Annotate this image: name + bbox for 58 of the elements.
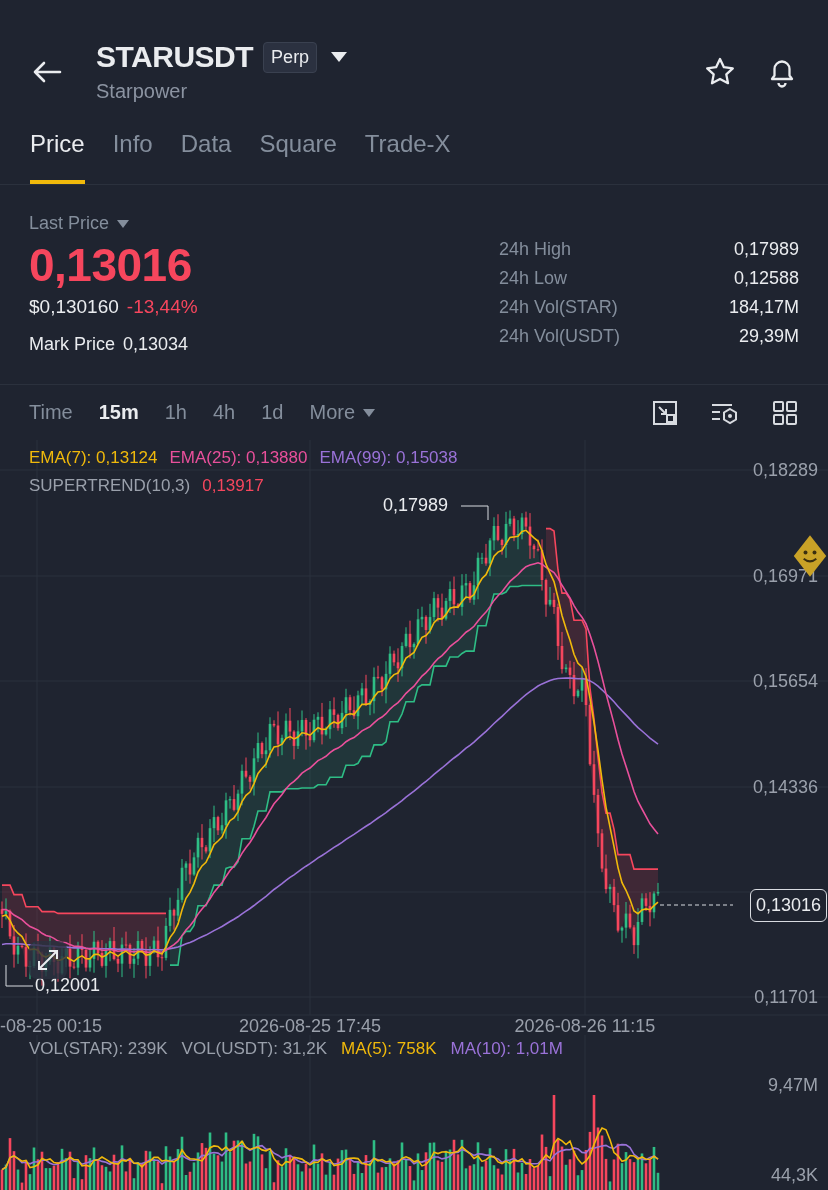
nav-tab[interactable]: Square xyxy=(259,115,337,184)
stat-value: 0,17989 xyxy=(733,239,799,260)
interval-tab[interactable]: 15m xyxy=(98,401,139,424)
supertrend-label: SUPERTREND(10,3) xyxy=(29,476,191,496)
time-axis-label: 2026-08-25 17:45 xyxy=(237,1016,383,1037)
interval-tab[interactable]: 1h xyxy=(164,401,187,424)
price-axis-label: 0,14336 xyxy=(752,777,818,798)
contract-badge: Perp xyxy=(263,41,318,73)
stat-label: 24h Vol(USDT) xyxy=(499,326,621,347)
volume-legend: MA(5): 758K xyxy=(341,1039,437,1059)
volume-legend: MA(10): 1,01M xyxy=(450,1039,563,1059)
price-change: -13,44% xyxy=(126,296,198,318)
caret-icon xyxy=(363,408,376,417)
nav-tab[interactable]: Data xyxy=(180,115,232,184)
volume-axis-label: 44,3K xyxy=(770,1165,818,1186)
leader-line xyxy=(5,964,34,987)
time-axis-label: -08-25 00:15 xyxy=(0,1016,103,1037)
caret-icon[interactable] xyxy=(331,52,348,62)
interval-tab[interactable]: Time xyxy=(29,401,73,424)
price-axis-label: 0,15654 xyxy=(752,671,818,692)
nav-tab[interactable]: Trade-X xyxy=(364,115,451,184)
more-dropdown[interactable]: More xyxy=(309,401,376,424)
last-price: 0,13016 xyxy=(29,238,193,292)
stat-value: 184,17M xyxy=(728,297,799,318)
fit-chart-icon[interactable] xyxy=(652,399,678,426)
price-axis-label: 0,16971 xyxy=(752,566,818,587)
last-price-label: Last Price xyxy=(29,213,110,234)
price-axis-label: 0,18289 xyxy=(752,460,818,481)
stat-label: 24h High xyxy=(499,239,572,260)
low-price-marker: 0,12001 xyxy=(35,975,101,996)
mark-price-value: 0,13034 xyxy=(123,334,189,355)
indicator-legend: EMA(25): 0,13880 xyxy=(169,448,308,468)
mark-price-label: Mark Price xyxy=(29,334,115,355)
volume-legend: VOL(USDT): 31,2K xyxy=(181,1039,328,1059)
indicator-legend: EMA(7): 0,13124 xyxy=(29,448,158,468)
last-price-tag: 0,13016 xyxy=(749,889,827,922)
indicator-legend: EMA(99): 0,15038 xyxy=(319,448,458,468)
leader-line xyxy=(460,505,489,521)
time-axis-label: 2026-08-26 11:15 xyxy=(513,1016,657,1037)
stat-value: 0,12588 xyxy=(733,268,799,289)
volume-legend: VOL(STAR): 239K xyxy=(29,1039,168,1059)
usd-price: $0,130160 xyxy=(29,296,119,318)
interval-tab[interactable]: 1d xyxy=(261,401,284,424)
stat-label: 24h Vol(STAR) xyxy=(499,297,618,318)
stat-label: 24h Low xyxy=(499,268,568,289)
stat-value: 29,39M xyxy=(738,326,799,347)
grid-icon[interactable] xyxy=(772,399,798,426)
pair-name: Starpower xyxy=(96,80,189,103)
nav-tab[interactable]: Info xyxy=(112,115,153,184)
volume-axis-label: 9,47M xyxy=(767,1075,818,1096)
high-price-marker: 0,17989 xyxy=(383,495,449,516)
supertrend-value: 0,13917 xyxy=(202,476,264,496)
back-arrow-icon[interactable] xyxy=(32,60,62,84)
price-axis-label: 0,11701 xyxy=(754,987,818,1008)
expand-icon[interactable] xyxy=(28,940,68,980)
interval-tab[interactable]: 4h xyxy=(213,401,236,424)
nav-tab[interactable]: Price xyxy=(30,115,85,184)
pair-symbol: STARUSDT xyxy=(96,40,254,74)
